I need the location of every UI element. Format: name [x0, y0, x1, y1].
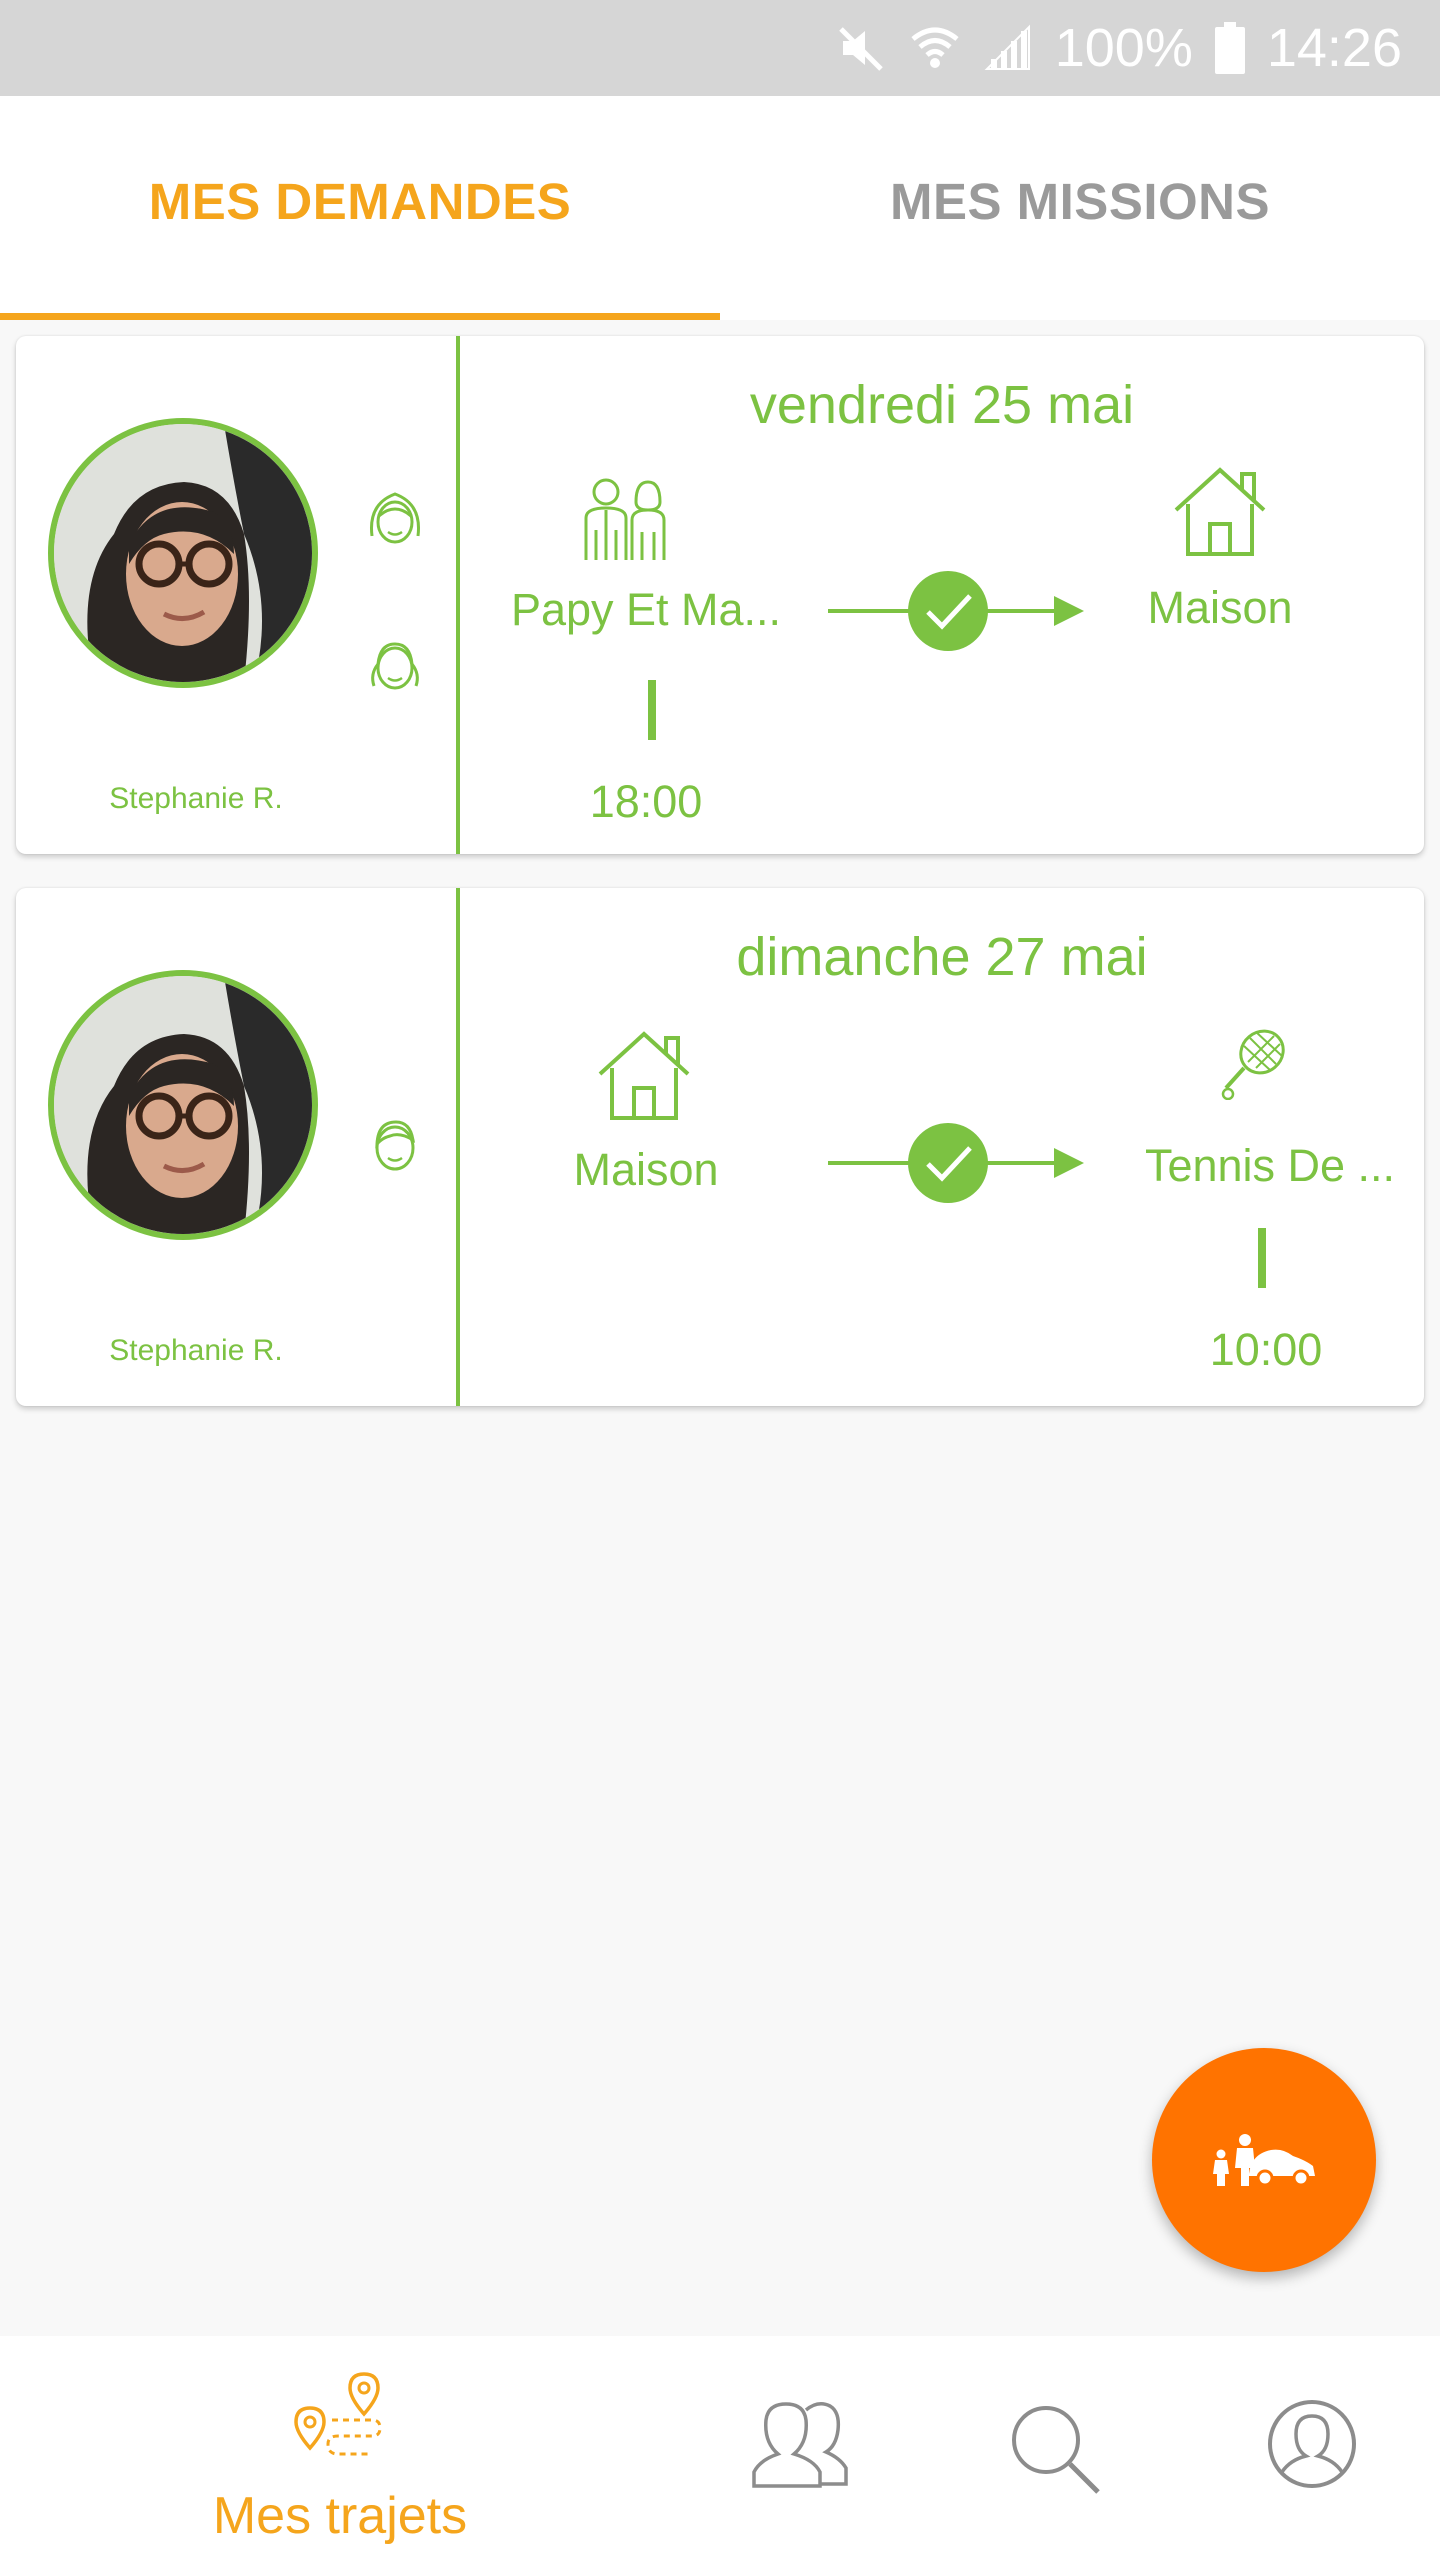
route-arrow: [828, 1123, 1084, 1203]
trip-origin: Papy Et Ma...: [510, 584, 782, 635]
bottom-navigation: Mes trajets: [0, 2336, 1440, 2560]
nav-mes-trajets[interactable]: Mes trajets: [180, 2336, 500, 2560]
driver-name: Stephanie R.: [109, 782, 283, 815]
route-arrow: [828, 571, 1084, 651]
girl-icon: [369, 492, 421, 544]
profile-icon: [1268, 2400, 1356, 2488]
girl-icon: [371, 642, 419, 690]
house-icon: [598, 1031, 690, 1120]
time-tick: [648, 680, 656, 740]
battery-percent: 100%: [1054, 18, 1193, 78]
tab-bar: MES DEMANDES MES MISSIONS: [0, 96, 1440, 320]
trip-date: vendredi 25 mai: [749, 375, 1135, 435]
family-car-icon: [1213, 2134, 1315, 2187]
add-trip-button[interactable]: [1152, 2048, 1376, 2272]
trip-origin: Maison: [573, 1144, 719, 1195]
status-bar: 100% 14:26: [0, 0, 1440, 96]
house-icon: [1174, 467, 1266, 556]
trip-time: 18:00: [589, 776, 703, 827]
signal-icon: [984, 24, 1030, 70]
nav-profile[interactable]: [1252, 2336, 1372, 2560]
tab-indicator: [0, 313, 720, 320]
boy-icon: [375, 1120, 416, 1171]
trip-card[interactable]: Stephanie R. vendredi 25 mai Papy Et Ma.…: [16, 336, 1424, 854]
trip-time: 10:00: [1209, 1324, 1323, 1375]
battery-icon: [1214, 22, 1245, 74]
wifi-icon: [911, 27, 959, 68]
nav-people[interactable]: [740, 2336, 860, 2560]
tab-mes-demandes[interactable]: MES DEMANDES: [0, 96, 720, 320]
nav-label: Mes trajets: [212, 2487, 468, 2545]
time-tick: [1258, 1228, 1266, 1288]
trip-card[interactable]: Stephanie R. dimanche 27 mai Maison Tenn…: [16, 888, 1424, 1406]
tennis-racket-icon: [1221, 1029, 1285, 1100]
trip-destination: Tennis De ...: [1144, 1140, 1396, 1191]
clock: 14:26: [1266, 18, 1402, 78]
avatar: [48, 418, 318, 688]
grandparents-icon: [584, 478, 666, 560]
trip-date: dimanche 27 mai: [736, 927, 1148, 987]
trip-destination: Maison: [1147, 582, 1293, 633]
tab-mes-missions[interactable]: MES MISSIONS: [720, 96, 1440, 320]
search-icon: [1012, 2406, 1100, 2494]
route-pin-icon: [294, 2372, 382, 2456]
driver-name: Stephanie R.: [109, 1334, 283, 1367]
nav-search[interactable]: [998, 2336, 1118, 2560]
people-icon: [752, 2402, 848, 2488]
avatar: [48, 970, 318, 1240]
mute-icon: [838, 27, 883, 71]
